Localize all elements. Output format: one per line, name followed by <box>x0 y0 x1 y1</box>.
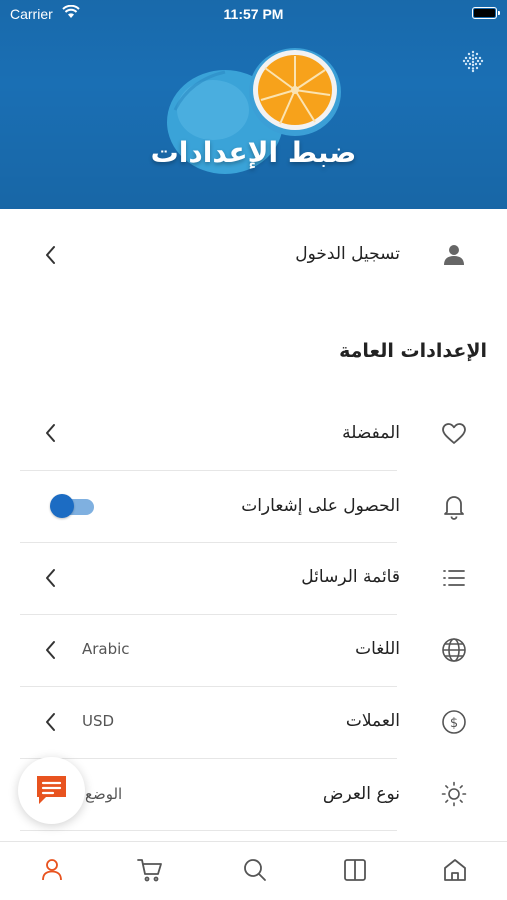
chat-fab-button[interactable] <box>18 757 85 824</box>
languages-row[interactable]: Arabic اللغات <box>0 614 507 686</box>
toggle-knob <box>50 494 74 518</box>
status-bar: Carrier 11:57 PM <box>0 0 507 28</box>
login-label: تسجيل الدخول <box>295 244 400 264</box>
tab-profile-user-icon[interactable] <box>38 856 66 884</box>
display-type-value: الوضع <box>85 785 123 803</box>
favorites-label: المفضلة <box>342 423 400 443</box>
general-settings-title: الإعدادات العامة <box>339 340 487 362</box>
notifications-label: الحصول على إشعارات <box>241 496 400 516</box>
sun-icon <box>441 781 467 807</box>
currencies-row[interactable]: USD العملات $ <box>0 686 507 758</box>
globe-icon <box>442 638 466 662</box>
dots-grid-icon[interactable] <box>461 49 485 73</box>
language-value: Arabic <box>82 640 130 658</box>
currency-value: USD <box>82 712 115 730</box>
status-time: 11:57 PM <box>223 6 284 22</box>
list-icon <box>443 570 465 586</box>
svg-text:$: $ <box>450 716 458 731</box>
tab-book-icon[interactable] <box>341 856 369 884</box>
messages-list-row[interactable]: قائمة الرسائل <box>0 542 507 614</box>
messages-list-label: قائمة الرسائل <box>301 567 400 587</box>
currencies-label: العملات <box>345 711 400 731</box>
display-type-label: نوع العرض <box>322 784 400 804</box>
user-icon <box>444 245 464 265</box>
chevron-left-icon <box>46 569 55 587</box>
tab-search-icon[interactable] <box>241 856 269 884</box>
battery-icon <box>472 7 500 19</box>
heart-icon <box>442 423 466 444</box>
tab-home-icon[interactable] <box>441 856 469 884</box>
tab-cart-icon[interactable] <box>136 856 164 884</box>
bell-icon <box>444 496 464 520</box>
chat-icon <box>37 776 66 804</box>
divider <box>20 830 397 831</box>
bottom-tab-bar <box>0 841 507 900</box>
chevron-left-icon <box>46 246 55 264</box>
chevron-left-icon <box>46 713 55 731</box>
chevron-left-icon <box>46 424 55 442</box>
chevron-left-icon <box>46 641 55 659</box>
favorites-row[interactable]: المفضلة <box>0 398 507 470</box>
login-row[interactable]: تسجيل الدخول <box>0 209 507 301</box>
header-banner: Carrier 11:57 PM ضبط الإعدادات <box>0 0 507 209</box>
page-title: ضبط الإعدادات <box>150 136 357 169</box>
languages-label: اللغات <box>355 639 400 659</box>
notifications-row: الحصول على إشعارات <box>0 470 507 542</box>
dollar-icon: $ <box>442 710 466 734</box>
notifications-toggle[interactable] <box>50 493 96 519</box>
